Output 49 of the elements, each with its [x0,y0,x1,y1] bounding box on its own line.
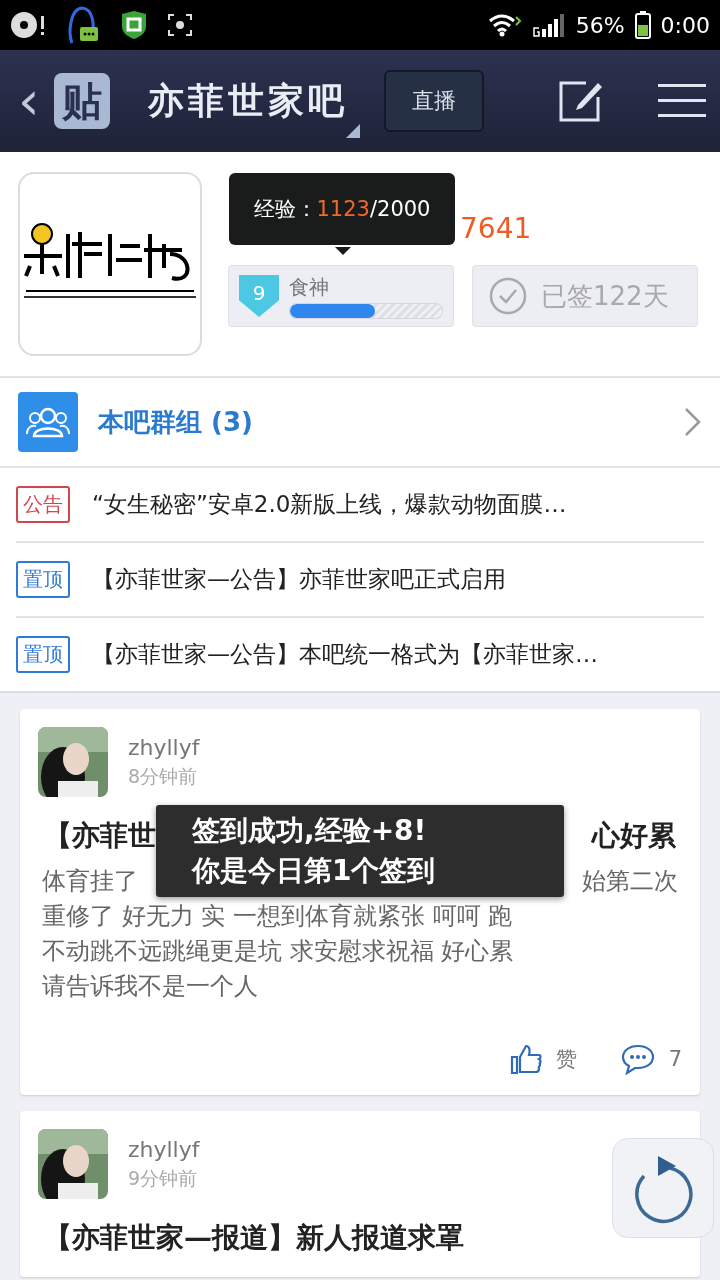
username: zhyllyf [128,1136,200,1162]
clock-time: 0:00 [660,12,710,38]
toast-text: 你是今日第1个签到 [192,853,437,889]
compose-icon[interactable] [558,79,604,123]
post-time: 9分钟前 [128,1165,199,1191]
group-icon [18,392,78,452]
shield-icon [120,10,148,40]
experience-text: 经验：1123/2000 [253,196,431,223]
check-circle-icon [489,277,527,315]
menu-icon[interactable] [658,84,706,118]
post-title: 【亦菲世家—报道】新人报道求罩 [44,1220,464,1256]
post-text: 重修了 好无力 实 一想到体育就紧张 呵呵 跑 [42,901,513,932]
battery-percent: 56% [575,12,625,38]
post-text: 不动跳不远跳绳更是坑 求安慰求祝福 好心累 [42,936,514,967]
post-time: 8分钟前 [128,763,199,789]
comment-button[interactable]: 7 [620,1043,682,1075]
notice-title[interactable]: “女生秘密”安卓2.0新版上线，爆款动物面膜… [92,489,567,520]
notice-tag: 置顶 [16,636,70,673]
forum-groups-link[interactable]: 本吧群组 (3) [98,404,253,440]
post-text: 体育挂了 [42,866,138,897]
forum-title-dropdown[interactable]: 亦菲世家吧 [147,76,358,126]
notice-title[interactable]: 【亦菲世家—公告】亦菲世家吧正式启用 [92,564,506,595]
chevron-right-icon[interactable] [684,407,702,437]
wifi-icon [487,13,522,37]
comment-icon [620,1043,655,1075]
back-button[interactable]: ‹ [14,74,44,128]
post-text: 始第二次 [582,866,678,897]
post-title: 心好累 [592,818,676,854]
post-title: 【亦菲世 [44,818,156,854]
notice-title[interactable]: 【亦菲世家—公告】本吧统一格式为【亦菲世家… [92,639,598,670]
disc-icon [10,10,46,40]
notice-tag: 置顶 [16,561,70,598]
toast-text: 签到成功,经验+8! [192,813,428,849]
notice-tag: 公告 [16,486,70,523]
level-badge: 9 [239,275,279,317]
screenshot-icon [168,14,192,36]
like-button[interactable]: 赞 [509,1043,577,1075]
battery-icon [634,11,651,39]
posts-count: 7641 [460,212,532,245]
thumbs-up-icon [509,1043,542,1075]
post-card[interactable]: zhyllyf 9分钟前 【亦菲世家—报道】新人报道求罩 [20,1111,700,1277]
username: zhyllyf [128,734,200,760]
app-logo: 贴 [53,73,110,129]
post-text: 请告诉我不是一个人 [42,971,258,1002]
live-button[interactable]: 直播 [383,70,484,132]
refresh-button[interactable] [612,1138,714,1238]
dropdown-corner-icon [345,124,360,138]
signal-icon [531,13,566,37]
level-title: 食神 [289,273,330,301]
